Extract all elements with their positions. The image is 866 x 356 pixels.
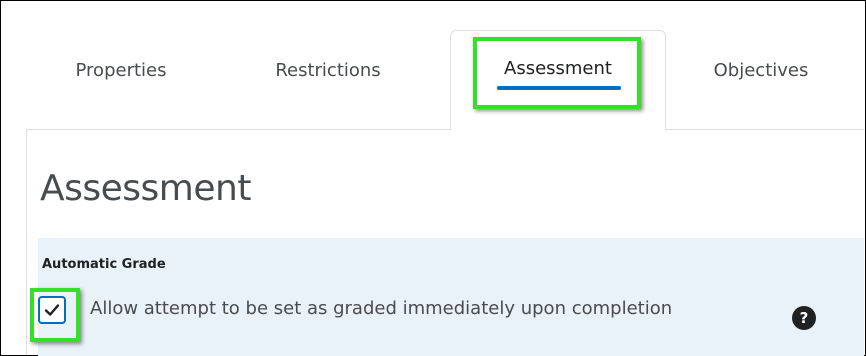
automatic-grade-section [38,238,864,356]
section-label: Automatic Grade [42,257,166,272]
tab-assessment-label: Assessment [504,58,612,79]
tab-bar-divider [26,129,864,130]
tab-restrictions[interactable]: Restrictions [248,30,408,110]
panel-left-border [26,129,27,355]
tab-restrictions-label: Restrictions [275,59,381,81]
help-glyph: ? [799,309,809,327]
tab-objectives-label: Objectives [713,59,809,81]
active-tab-indicator [497,86,621,90]
checkbox-label[interactable]: Allow attempt to be set as graded immedi… [90,298,672,319]
question-circle-icon[interactable]: ? [792,306,816,330]
graded-immediately-checkbox[interactable] [38,296,66,324]
page-title: Assessment [40,168,251,209]
tab-objectives[interactable]: Objectives [686,30,836,110]
tab-properties[interactable]: Properties [56,30,186,110]
tab-properties-label: Properties [75,59,167,81]
tab-assessment[interactable]: Assessment [450,30,666,130]
checkmark-icon [44,304,60,316]
